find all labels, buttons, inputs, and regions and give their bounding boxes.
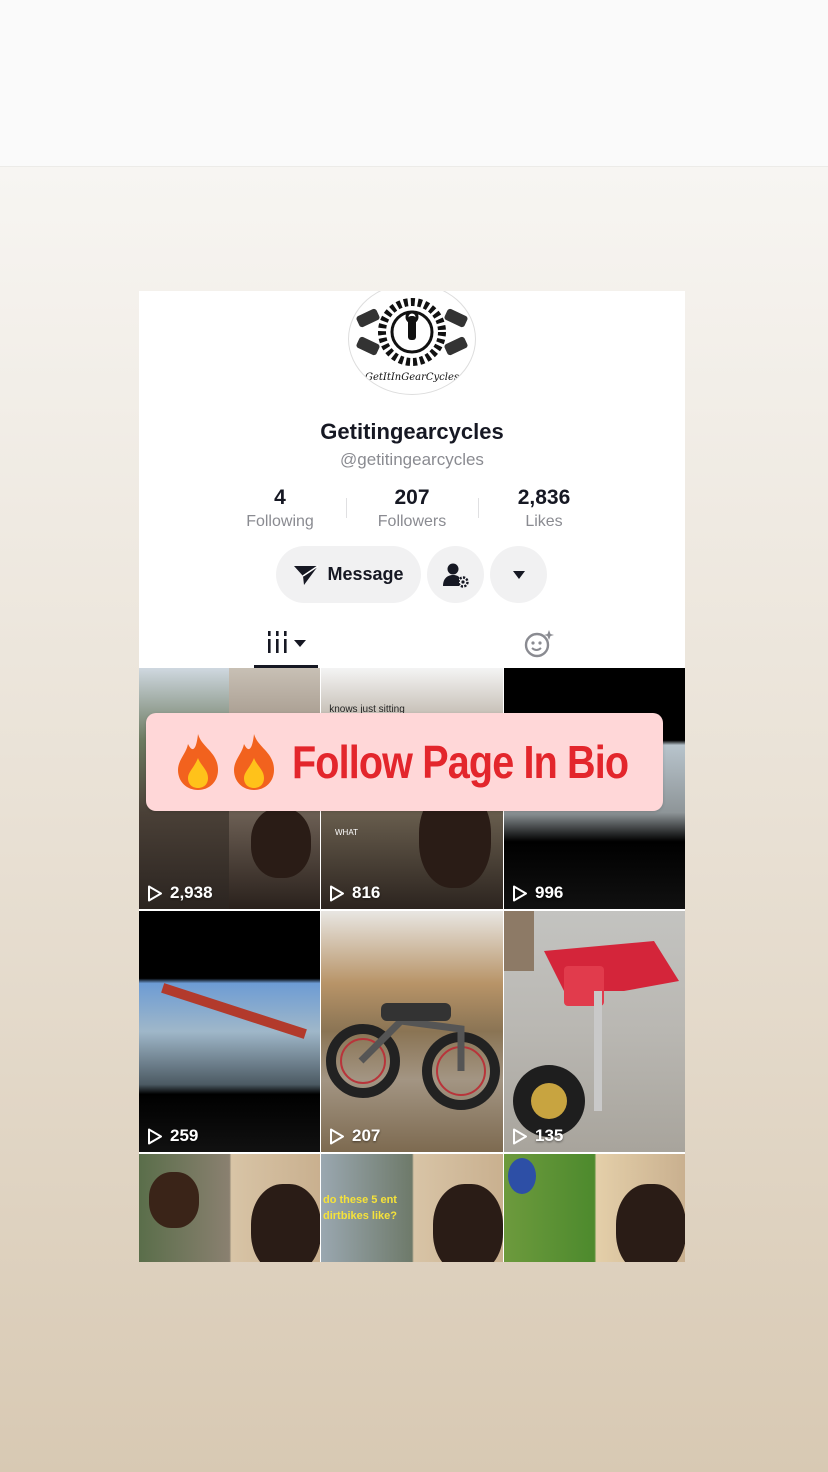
video-tile[interactable]: 259: [139, 911, 320, 1152]
face-thumbnail: [616, 1184, 685, 1262]
follow-banner[interactable]: Follow Page In Bio: [146, 713, 663, 811]
stat-following-value: 4: [274, 486, 286, 509]
person-gear-icon: [442, 563, 469, 588]
face-thumbnail: [433, 1184, 503, 1262]
face-thumbnail: [251, 808, 311, 878]
fire-icon: [234, 734, 274, 790]
video-caption: do these 5 ent dirtbikes like?: [323, 1194, 397, 1222]
red-dirt-bike-image: [504, 911, 679, 1137]
play-icon: [513, 1128, 527, 1144]
stat-likes[interactable]: 2,836 Likes: [484, 485, 604, 533]
username-handle: @getitingearcycles: [340, 450, 484, 469]
stat-followers[interactable]: 207 Followers: [352, 485, 472, 533]
view-count: 259: [147, 1126, 198, 1146]
grid-bars-icon: [268, 631, 306, 653]
story-top-band: [0, 0, 828, 167]
play-icon: [330, 1128, 344, 1144]
stat-divider: [346, 498, 347, 518]
video-tile[interactable]: [504, 1154, 685, 1262]
tab-videos[interactable]: [265, 631, 309, 662]
video-caption-small: WHAT: [335, 828, 358, 837]
helmet-thumbnail: [508, 1158, 536, 1194]
play-icon: [148, 885, 162, 901]
avatar[interactable]: GetItInGearCycles: [348, 291, 476, 395]
view-count-value: 207: [352, 1126, 381, 1145]
view-count: 2,938: [147, 883, 213, 903]
view-count-value: 259: [170, 1126, 199, 1145]
gear-logo-icon: GetItInGearCycles: [356, 298, 468, 383]
stat-followers-label: Followers: [377, 513, 447, 530]
fire-icon: [178, 734, 218, 790]
view-count-value: 816: [352, 883, 381, 902]
add-friend-button[interactable]: [427, 546, 484, 603]
view-count: 207: [329, 1126, 380, 1146]
stat-likes-value: 2,836: [517, 486, 571, 509]
view-count-value: 135: [535, 1126, 564, 1145]
tab-liked[interactable]: [523, 629, 555, 664]
view-count-value: 2,938: [170, 883, 213, 902]
play-icon: [330, 885, 344, 901]
display-name: Getitingearcycles: [320, 419, 504, 444]
send-icon: [294, 564, 319, 585]
view-count-value: 996: [535, 883, 564, 902]
profile-tabs: [139, 621, 685, 668]
play-icon: [513, 885, 527, 901]
message-button[interactable]: Message: [276, 546, 421, 603]
motorcycle-fork: [161, 983, 307, 1039]
view-count: 816: [329, 883, 380, 903]
view-count: 996: [512, 883, 563, 903]
view-count: 135: [512, 1126, 563, 1146]
face-thumbnail: [149, 1172, 199, 1228]
stat-followers-value: 207: [394, 486, 430, 509]
stat-following-label: Following: [246, 513, 314, 530]
video-tile[interactable]: do these 5 ent dirtbikes like?: [321, 1154, 503, 1262]
fire-emojis: [170, 732, 282, 792]
more-options-button[interactable]: [490, 546, 547, 603]
stat-divider: [478, 498, 479, 518]
message-button-label: Message: [327, 564, 404, 584]
follow-banner-text: Follow Page In Bio: [292, 736, 629, 788]
stat-following[interactable]: 4 Following: [220, 485, 340, 533]
avatar-logo-text: GetItInGearCycles: [365, 372, 459, 383]
stat-likes-label: Likes: [525, 513, 563, 530]
sparkle-face-icon: [524, 630, 554, 658]
video-tile[interactable]: 207: [321, 911, 503, 1152]
caret-down-icon: [512, 570, 525, 579]
dirt-bike-image: [326, 1003, 500, 1110]
face-thumbnail: [251, 1184, 320, 1262]
corner-mark: [633, 291, 655, 295]
play-icon: [148, 1128, 162, 1144]
video-tile[interactable]: 135: [504, 911, 685, 1152]
video-tile[interactable]: [139, 1154, 320, 1262]
